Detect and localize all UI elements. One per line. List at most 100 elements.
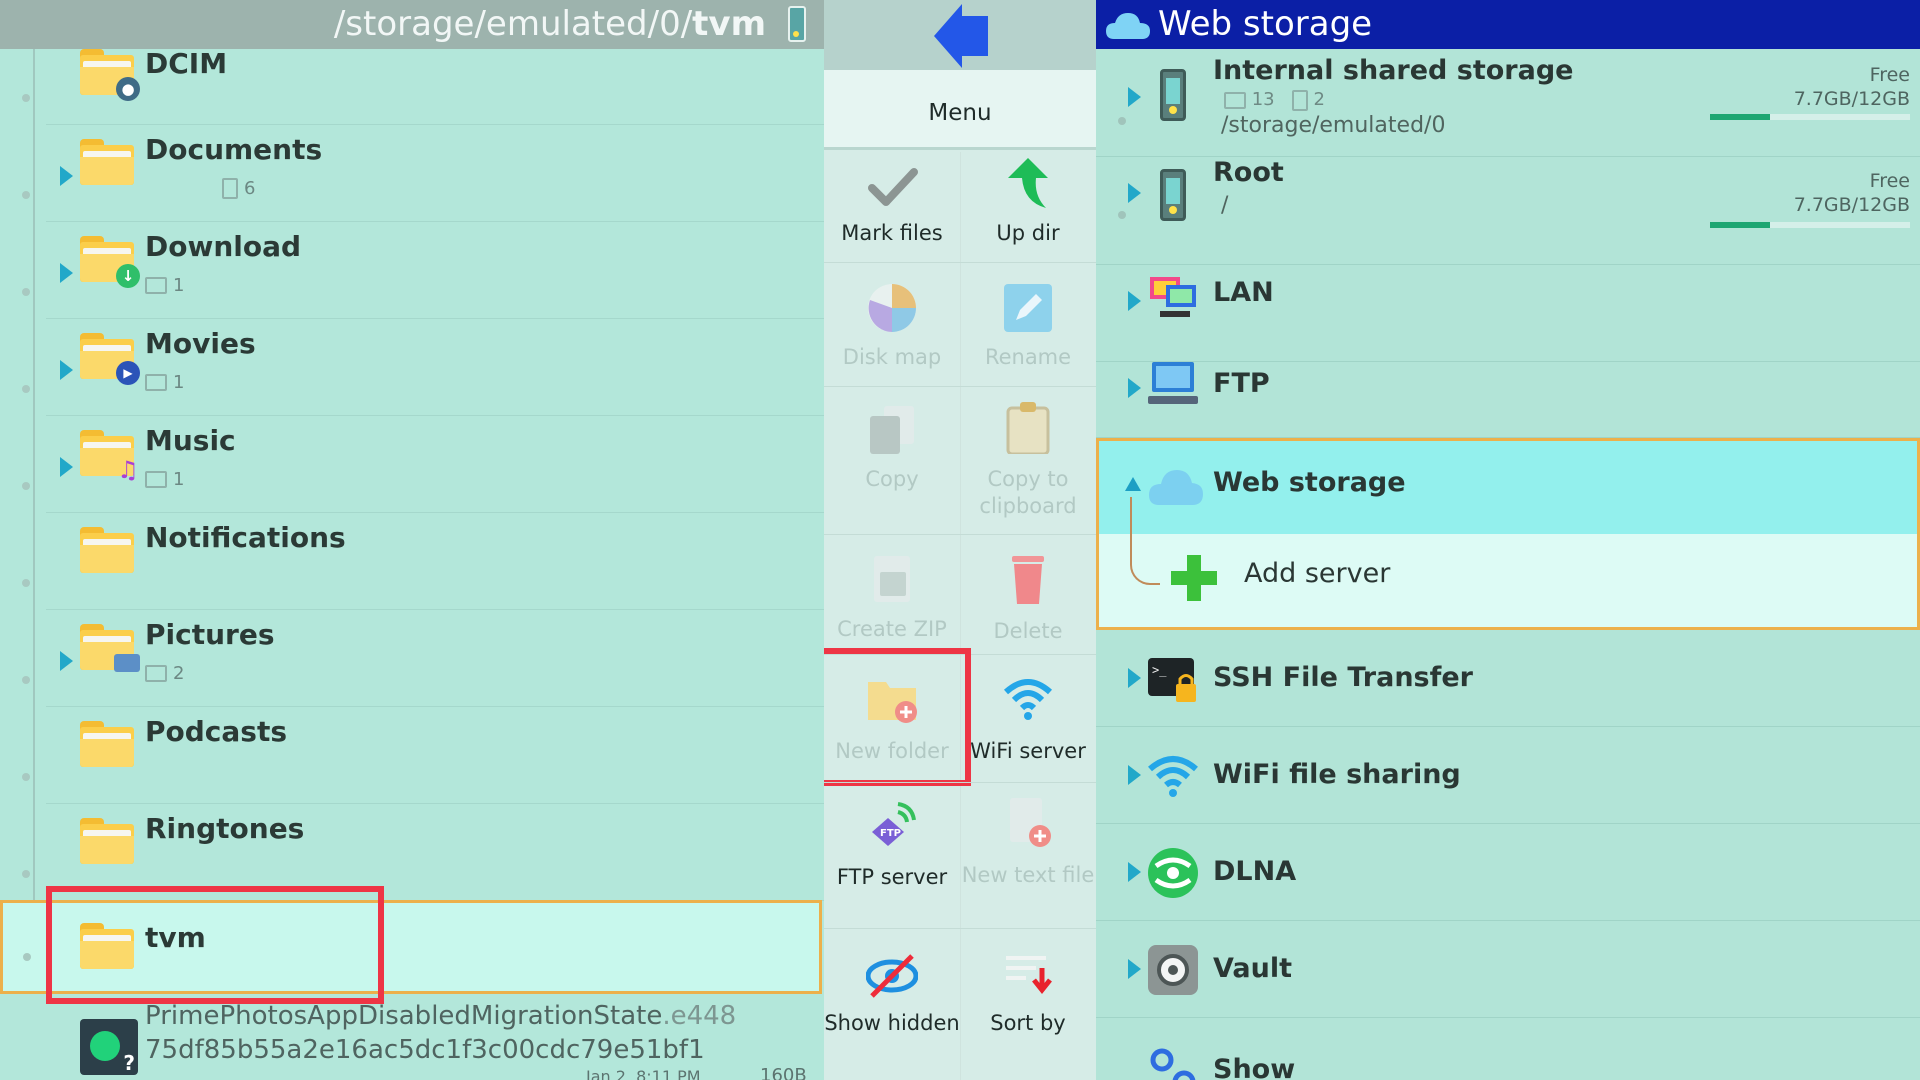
- expand-arrow-icon[interactable]: [1128, 183, 1141, 203]
- mark-files-button[interactable]: Mark files: [824, 152, 960, 252]
- expand-arrow-icon[interactable]: [60, 457, 73, 477]
- folder-name: Podcasts: [145, 715, 288, 748]
- folder-row-ringtones[interactable]: Ringtones: [46, 804, 824, 901]
- right-pane-header[interactable]: Web storage: [1096, 0, 1920, 49]
- plus-icon: [1171, 555, 1217, 601]
- location-row-web-storage-selected[interactable]: Web storage Add server: [1096, 438, 1920, 630]
- folder-icon: [80, 527, 134, 573]
- location-row-ftp[interactable]: FTP: [1096, 362, 1920, 438]
- expand-arrow-icon[interactable]: [1128, 959, 1141, 979]
- eye-off-icon: [866, 954, 918, 998]
- add-server-button[interactable]: Add server: [1244, 558, 1390, 589]
- file-row-primephotos[interactable]: PrimePhotosAppDisabledMigrationState.e44…: [46, 995, 824, 1080]
- music-note-icon: ♫: [117, 456, 139, 484]
- folder-row-podcasts[interactable]: Podcasts: [46, 707, 824, 804]
- expand-arrow-icon[interactable]: [1128, 378, 1141, 398]
- folder-row-music[interactable]: ♫ Music 1: [46, 416, 824, 513]
- location-row-lan[interactable]: LAN: [1096, 265, 1920, 362]
- location-row-wifi-sharing[interactable]: WiFi file sharing: [1096, 727, 1920, 824]
- folder-row-movies[interactable]: ▶ Movies 1: [46, 319, 824, 416]
- folder-row-dcim[interactable]: ● DCIM: [46, 47, 824, 125]
- up-dir-button[interactable]: Up dir: [960, 152, 1096, 252]
- play-icon: ▶: [116, 361, 140, 385]
- rename-button[interactable]: Rename: [960, 274, 1096, 374]
- expand-arrow-icon[interactable]: [60, 166, 73, 186]
- location-row-dlna[interactable]: DLNA: [1096, 824, 1920, 921]
- folder-file-count: 6: [222, 177, 255, 199]
- folder-name: Movies: [145, 327, 256, 360]
- folder-row-documents[interactable]: Documents 6: [46, 125, 824, 222]
- expand-arrow-icon[interactable]: [1128, 765, 1141, 785]
- expand-arrow-icon[interactable]: [1128, 668, 1141, 688]
- folder-subfolder-count: 1: [145, 371, 184, 393]
- copy-to-clipboard-button[interactable]: Copy to clipboard: [960, 398, 1096, 536]
- camera-icon: ●: [116, 77, 140, 101]
- folder-row-pictures[interactable]: Pictures 2: [46, 610, 824, 707]
- lan-icon: [1150, 277, 1196, 317]
- ftp-server-button[interactable]: FTP FTP server: [824, 796, 960, 916]
- folder-row-tvm-selected[interactable]: tvm: [0, 900, 822, 994]
- check-icon: [868, 168, 918, 206]
- ftp-computer-icon: [1148, 362, 1198, 404]
- path-prefix: /storage/emulated/0/: [333, 4, 693, 44]
- folder-name: Pictures: [145, 618, 275, 651]
- delete-button[interactable]: Delete: [960, 548, 1096, 648]
- sort-icon: [1006, 956, 1052, 995]
- storage-name: Internal shared storage: [1213, 55, 1574, 86]
- zip-icon: [874, 556, 910, 602]
- phone-storage-icon: [1160, 69, 1186, 121]
- device-icon: [788, 6, 806, 42]
- folder-icon: ▶: [80, 333, 140, 385]
- wifi-icon: [1003, 679, 1053, 720]
- location-row-ssh[interactable]: >_ SSH File Transfer: [1096, 630, 1920, 727]
- expand-arrow-icon[interactable]: [60, 651, 73, 671]
- svg-text:>_: >_: [1152, 663, 1167, 677]
- add-server-row-icon[interactable]: [1169, 553, 1219, 603]
- sort-by-button[interactable]: Sort by: [960, 944, 1096, 1080]
- expand-arrow-icon[interactable]: [60, 360, 73, 380]
- new-text-file-button[interactable]: New text file: [960, 796, 1096, 916]
- storage-usage-bar: [1710, 222, 1910, 228]
- file-date: Jan 2, 8:11 PM: [586, 1067, 701, 1080]
- back-arrow-icon[interactable]: [934, 4, 962, 68]
- storage-row-root[interactable]: Root / Free 7.7GB/12GB: [1096, 157, 1920, 265]
- storage-counts: 13 2: [1224, 89, 1325, 111]
- web-storage-header[interactable]: Web storage: [1099, 441, 1917, 534]
- storage-row-internal[interactable]: Internal shared storage 13 2 /storage/em…: [1096, 49, 1920, 157]
- location-row-show[interactable]: Show: [1096, 1018, 1920, 1080]
- folder-name: Download: [145, 230, 302, 263]
- folder-row-notifications[interactable]: Notifications: [46, 513, 824, 610]
- trash-icon: [1012, 556, 1044, 604]
- disk-map-button[interactable]: Disk map: [824, 274, 960, 374]
- expand-arrow-icon[interactable]: [1128, 291, 1141, 311]
- location-name: LAN: [1213, 277, 1274, 308]
- folder-icon: [80, 818, 134, 864]
- path-bar[interactable]: /storage/emulated/0/tvm: [0, 0, 824, 49]
- location-row-vault[interactable]: Vault: [1096, 921, 1920, 1018]
- expand-arrow-icon[interactable]: [1128, 87, 1141, 107]
- folder-icon: [80, 923, 134, 969]
- folder-subfolder-count: 2: [145, 662, 184, 684]
- dlna-icon: [1148, 848, 1198, 898]
- cloud-icon: [1106, 13, 1150, 39]
- new-folder-button[interactable]: New folder: [824, 668, 960, 768]
- expand-arrow-icon[interactable]: [60, 263, 73, 283]
- create-zip-button[interactable]: Create ZIP: [824, 548, 960, 648]
- back-arrow-tail[interactable]: [962, 16, 988, 56]
- copy-icon: [870, 406, 914, 454]
- expand-arrow-icon[interactable]: [1128, 862, 1141, 882]
- image-icon: [114, 654, 140, 672]
- folder-row-download[interactable]: ↓ Download 1: [46, 222, 824, 319]
- show-hidden-button[interactable]: Show hidden: [824, 944, 960, 1080]
- copy-button[interactable]: Copy: [824, 398, 960, 536]
- location-name: SSH File Transfer: [1213, 662, 1473, 693]
- ftp-icon: FTP: [872, 802, 916, 846]
- wifi-icon: [1148, 756, 1198, 797]
- collapse-arrow-icon[interactable]: [1125, 477, 1141, 491]
- folder-icon: [80, 139, 134, 185]
- location-name: Show: [1213, 1054, 1296, 1080]
- folder-icon: ●: [80, 49, 140, 101]
- folder-icon: [80, 721, 134, 767]
- new-folder-icon: [868, 682, 917, 723]
- wifi-server-button[interactable]: WiFi server: [960, 668, 1096, 768]
